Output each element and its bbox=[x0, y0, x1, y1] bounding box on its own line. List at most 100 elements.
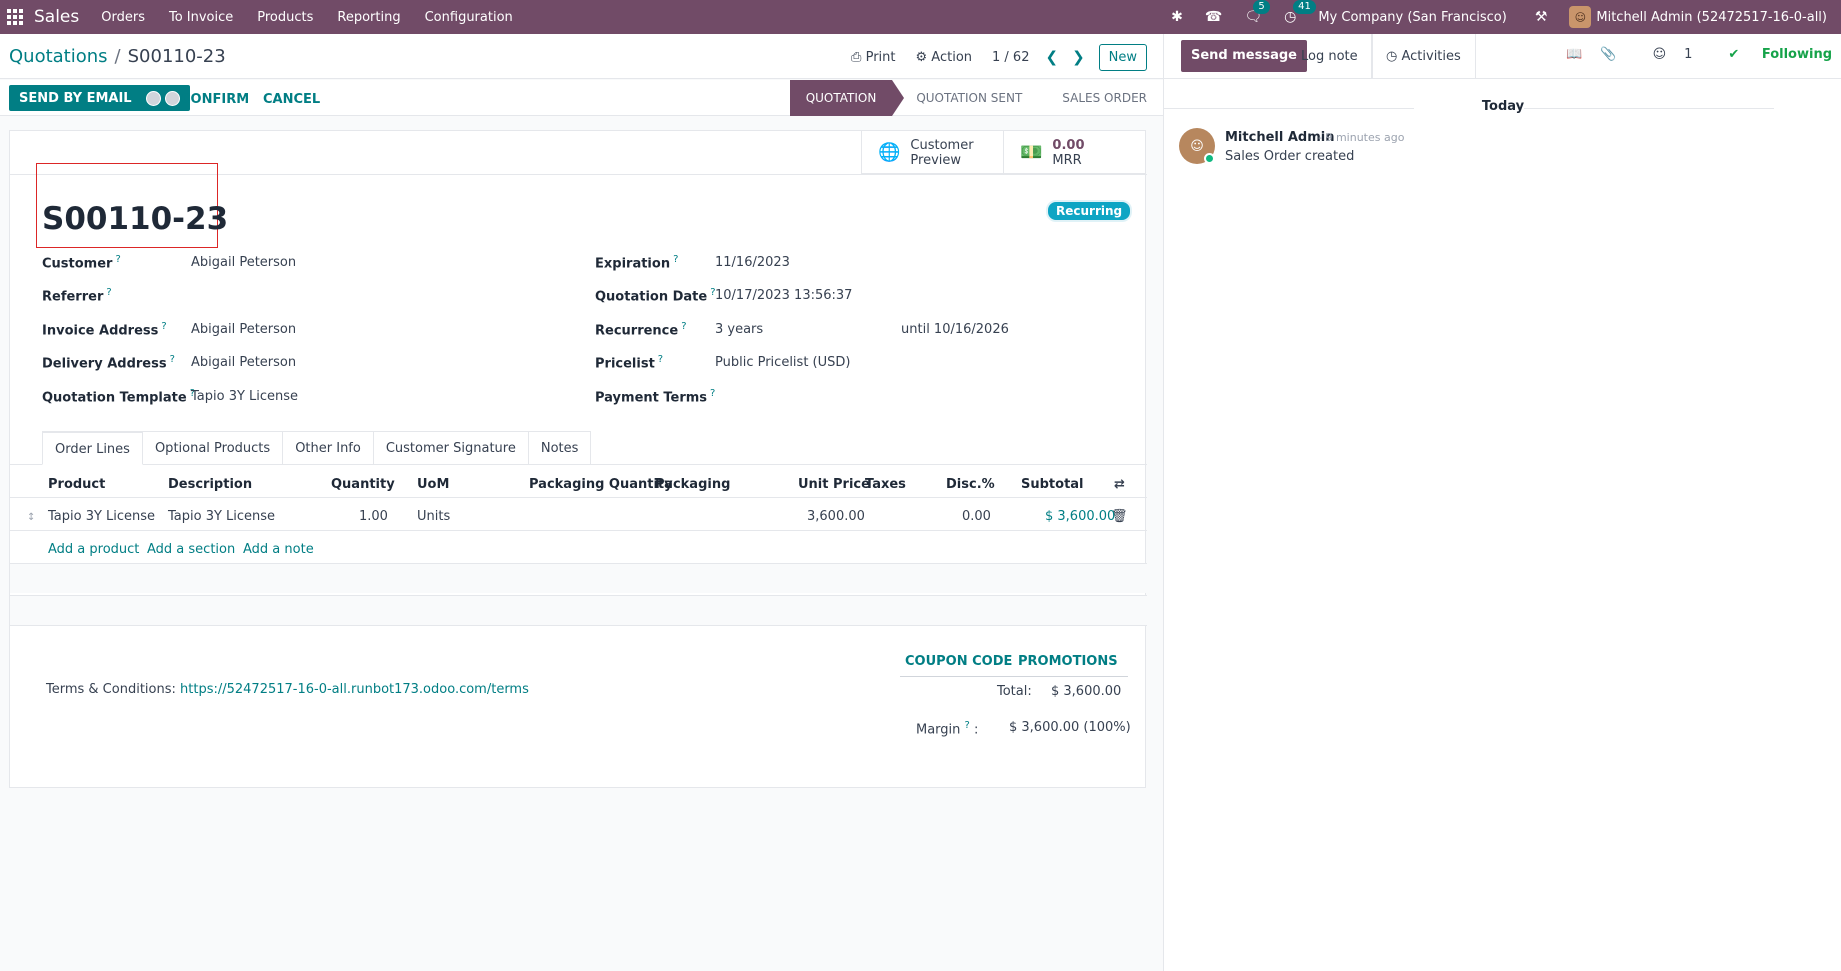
tools-icon[interactable]: ⚒ bbox=[1535, 9, 1548, 25]
payment-terms-label: Payment Terms? bbox=[595, 388, 716, 406]
menu-to-invoice[interactable]: To Invoice bbox=[169, 10, 233, 25]
mrr-button[interactable]: 💵 0.00 MRR bbox=[1003, 131, 1145, 174]
line-unit-price[interactable]: 3,600.00 bbox=[807, 509, 865, 524]
add-product-link[interactable]: Add a product bbox=[48, 542, 139, 557]
quotation-date-field[interactable]: 10/17/2023 13:56:37 bbox=[715, 288, 852, 303]
recurring-tag: Recurring bbox=[1046, 200, 1133, 222]
recurrence-field[interactable]: 3 years bbox=[715, 322, 763, 337]
col-product[interactable]: Product bbox=[48, 477, 105, 492]
total-value: $ 3,600.00 bbox=[1051, 684, 1122, 699]
pager-previous-icon[interactable]: ❮ bbox=[1045, 48, 1058, 66]
col-uom[interactable]: UoM bbox=[417, 477, 449, 492]
stage-quotation-sent[interactable]: QUOTATION SENT bbox=[892, 80, 1038, 116]
action-button[interactable]: ⚙ Action bbox=[916, 50, 973, 65]
line-uom[interactable]: Units bbox=[417, 509, 450, 524]
cancel-button[interactable]: CANCEL bbox=[263, 92, 320, 107]
printer-icon: ⎙ bbox=[851, 49, 862, 65]
messages-icon[interactable]: 🗨 5 bbox=[1244, 0, 1270, 25]
col-packaging-quantity[interactable]: Packaging Quantity bbox=[529, 477, 673, 492]
col-taxes[interactable]: Taxes bbox=[865, 477, 906, 492]
menu-products[interactable]: Products bbox=[257, 10, 313, 25]
total-label: Total: bbox=[997, 684, 1032, 699]
invoice-address-field[interactable]: Abigail Peterson bbox=[191, 322, 296, 337]
check-icon: ✔ bbox=[1728, 47, 1740, 62]
confirm-button[interactable]: CONFIRM bbox=[181, 92, 249, 107]
follower-avatar-icon bbox=[145, 90, 161, 106]
menu-reporting[interactable]: Reporting bbox=[337, 10, 400, 25]
delivery-address-label: Delivery Address? bbox=[42, 354, 175, 372]
recurrence-until-field[interactable]: until 10/16/2026 bbox=[901, 322, 1009, 337]
clock-icon: ◷ bbox=[1386, 49, 1398, 64]
add-section-link[interactable]: Add a section bbox=[147, 542, 235, 557]
pager-next-icon[interactable]: ❯ bbox=[1072, 48, 1085, 66]
drag-handle-icon[interactable]: ↕ bbox=[27, 512, 35, 523]
stage-sales-order[interactable]: SALES ORDER bbox=[1038, 80, 1163, 116]
log-note-button[interactable]: Log note bbox=[1287, 34, 1373, 79]
form-sheet: 🌐 Customer Preview 💵 0.00 MRR S00110-23 Re… bbox=[9, 130, 1147, 788]
terms-link[interactable]: https://52472517-16-0-all.runbot173.odoo… bbox=[180, 682, 529, 697]
online-status-icon bbox=[1204, 153, 1215, 164]
tab-notes[interactable]: Notes bbox=[528, 431, 592, 465]
payment-terms-field[interactable] bbox=[715, 389, 965, 405]
followers-button[interactable]: ☺ 1 bbox=[1635, 47, 1693, 62]
col-subtotal[interactable]: Subtotal bbox=[1021, 477, 1084, 492]
stage-quotation[interactable]: QUOTATION bbox=[789, 80, 904, 116]
quotation-template-label: Quotation Template? bbox=[42, 388, 195, 406]
line-discount[interactable]: 0.00 bbox=[962, 509, 991, 524]
optional-columns-icon[interactable]: ⇄ bbox=[1114, 477, 1125, 492]
line-product[interactable]: Tapio 3Y License bbox=[48, 509, 155, 524]
col-description[interactable]: Description bbox=[168, 477, 252, 492]
expiration-field[interactable]: 11/16/2023 bbox=[715, 255, 790, 270]
line-subtotal: $ 3,600.00 bbox=[1045, 509, 1116, 524]
breadcrumb-current: S00110-23 bbox=[127, 46, 226, 67]
promotions-button[interactable]: PROMOTIONS bbox=[1018, 654, 1118, 669]
following-button[interactable]: ✔ Following bbox=[1710, 47, 1832, 62]
line-quantity[interactable]: 1.00 bbox=[359, 509, 388, 524]
tab-customer-signature[interactable]: Customer Signature bbox=[373, 431, 529, 465]
quotation-template-field[interactable]: Tapio 3Y License bbox=[191, 389, 298, 404]
pricelist-label: Pricelist? bbox=[595, 354, 664, 372]
user-menu[interactable]: Mitchell Admin (52472517-16-0-all) bbox=[1596, 10, 1827, 25]
quotation-date-label: Quotation Date? bbox=[595, 287, 716, 305]
tab-optional-products[interactable]: Optional Products bbox=[142, 431, 284, 465]
apps-menu-icon[interactable] bbox=[2, 0, 28, 34]
book-icon[interactable]: 📖 bbox=[1566, 47, 1582, 62]
breadcrumb-separator: / bbox=[114, 46, 121, 67]
line-description[interactable]: Tapio 3Y License bbox=[168, 509, 275, 524]
print-button[interactable]: ⎙ Print bbox=[851, 50, 895, 65]
trash-icon[interactable]: 🗑 bbox=[1111, 509, 1128, 524]
message-body: Sales Order created bbox=[1225, 149, 1355, 164]
user-avatar[interactable]: ☺ bbox=[1569, 6, 1592, 28]
col-quantity[interactable]: Quantity bbox=[331, 477, 395, 492]
col-unit-price[interactable]: Unit Price bbox=[798, 477, 870, 492]
tab-other-info[interactable]: Other Info bbox=[283, 431, 374, 465]
expiration-label: Expiration? bbox=[595, 254, 679, 272]
activities-clock-icon[interactable]: ◷ 41 bbox=[1284, 0, 1316, 25]
paperclip-icon[interactable]: 📎 bbox=[1600, 47, 1616, 62]
chatter-panel: Send message Log note ◷ Activities 📖 📎 ☺… bbox=[1163, 34, 1841, 971]
tab-order-lines[interactable]: Order Lines bbox=[42, 431, 143, 465]
col-discount[interactable]: Disc.% bbox=[946, 477, 995, 492]
col-packaging[interactable]: Packaging bbox=[655, 477, 730, 492]
breadcrumb-quotations[interactable]: Quotations bbox=[9, 46, 108, 67]
app-brand[interactable]: Sales bbox=[34, 7, 79, 27]
delivery-address-field[interactable]: Abigail Peterson bbox=[191, 355, 296, 370]
bug-icon[interactable]: ✱ bbox=[1171, 9, 1183, 25]
form-statusbar: SEND BY EMAIL CONFIRM CANCEL QUOTATION Q… bbox=[0, 80, 1163, 116]
menu-orders[interactable]: Orders bbox=[101, 10, 145, 25]
add-note-link[interactable]: Add a note bbox=[243, 542, 314, 557]
activities-button[interactable]: ◷ Activities bbox=[1371, 34, 1476, 79]
company-switcher[interactable]: My Company (San Francisco) bbox=[1318, 10, 1506, 25]
pricelist-field[interactable]: Public Pricelist (USD) bbox=[715, 355, 850, 370]
customer-field[interactable]: Abigail Peterson bbox=[191, 255, 296, 270]
customer-preview-button[interactable]: 🌐 Customer Preview bbox=[861, 131, 1003, 174]
send-by-email-button[interactable]: SEND BY EMAIL bbox=[9, 85, 190, 111]
new-button[interactable]: New bbox=[1098, 43, 1147, 71]
coupon-code-button[interactable]: COUPON CODE bbox=[905, 654, 1012, 669]
pager-value[interactable]: 1 / 62 bbox=[992, 50, 1029, 65]
phone-icon[interactable]: ☎ bbox=[1205, 9, 1222, 25]
menu-configuration[interactable]: Configuration bbox=[425, 10, 513, 25]
mrr-value: 0.00 bbox=[1052, 137, 1085, 153]
control-panel: Quotations / S00110-23 ⎙ Print ⚙ Action 1 … bbox=[0, 34, 1163, 79]
referrer-field[interactable] bbox=[191, 287, 441, 303]
